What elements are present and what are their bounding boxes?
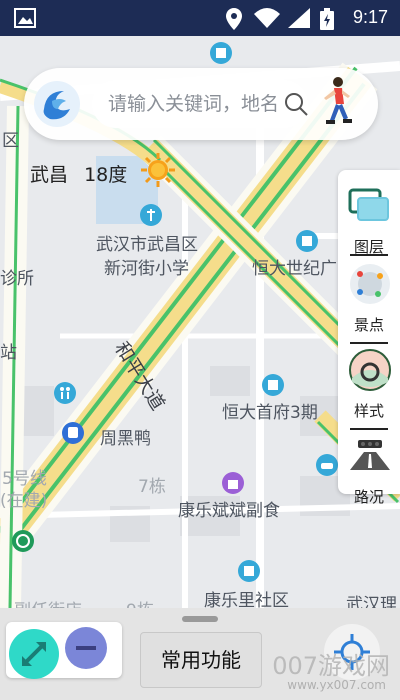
traffic-button[interactable]: 路况 xyxy=(338,432,400,512)
signal-icon xyxy=(288,8,310,28)
map-style-label: 样式 xyxy=(353,402,384,420)
bus-stop-icon[interactable] xyxy=(62,422,84,444)
map-label-building7: 7栋 xyxy=(138,477,166,497)
shopping-icon[interactable] xyxy=(222,472,244,494)
status-time: 9:17 xyxy=(352,7,388,27)
divider xyxy=(350,254,388,256)
map-label-school-line2: 新河街小学 xyxy=(104,259,189,279)
layers-icon xyxy=(348,188,389,221)
scenic-spot-icon xyxy=(350,264,390,304)
watermark-brand: 007游戏网 xyxy=(272,652,390,680)
map-tools-panel: 图层 景点 样式 路况 xyxy=(338,170,400,506)
map-label-hengda-world: 恒大世纪广 xyxy=(252,259,337,279)
subway-icon[interactable] xyxy=(12,530,34,552)
map-style-button[interactable]: 样式 xyxy=(338,346,400,426)
zoom-controls xyxy=(6,622,122,680)
map-label-school-line1: 武汉市武昌区 xyxy=(96,235,198,255)
map-label-bottom-partial: 副任街店 xyxy=(14,596,82,608)
search-input[interactable]: 请输入关键词，地名 xyxy=(92,80,308,128)
common-functions-button[interactable]: 常用功能 xyxy=(140,632,262,688)
zoom-out-icon[interactable] xyxy=(64,626,108,670)
weather-temperature: 18度 xyxy=(84,164,128,186)
runner-icon[interactable] xyxy=(316,76,356,128)
car-icon[interactable] xyxy=(316,454,338,476)
residence-icon[interactable] xyxy=(262,374,284,396)
divider xyxy=(350,342,388,344)
sun-icon xyxy=(141,153,175,187)
layers-button[interactable]: 图层 xyxy=(338,182,400,262)
search-icon[interactable] xyxy=(282,90,310,118)
map-label-hengda-phase3: 恒大首府3期 xyxy=(222,403,318,423)
community-icon[interactable] xyxy=(238,560,260,582)
building-icon[interactable] xyxy=(296,230,318,252)
status-bar: 9:17 xyxy=(0,0,400,36)
watermark-url: www.yx007.com xyxy=(287,678,386,692)
map-label-under-construction: (在建) xyxy=(0,491,48,511)
map-style-icon xyxy=(349,349,391,391)
battery-icon xyxy=(320,8,334,30)
map-label-building9: 9栋 xyxy=(126,596,154,608)
map-label-qu: 区 xyxy=(2,131,19,151)
weather-widget: 武昌 18度 xyxy=(30,153,175,187)
map-label-kangle-community: 康乐里社区 xyxy=(204,591,289,608)
map-label-zhouheiya: 周黑鸭 xyxy=(100,429,151,449)
wifi-icon xyxy=(254,8,280,28)
traffic-icon xyxy=(350,440,390,470)
location-icon xyxy=(226,8,242,30)
gallery-icon xyxy=(14,8,36,28)
drag-handle[interactable] xyxy=(182,616,218,622)
restroom-icon[interactable] xyxy=(54,382,76,404)
traffic-label: 路况 xyxy=(353,488,384,506)
divider xyxy=(350,428,388,430)
map-label-station: 站 xyxy=(0,343,17,363)
search-bar: 请输入关键词，地名 xyxy=(24,68,378,140)
expand-icon[interactable] xyxy=(8,628,60,680)
scenic-spots-label: 景点 xyxy=(353,316,384,334)
map-label-kanglebin: 康乐斌斌副食 xyxy=(178,501,280,521)
weather-city: 武昌 xyxy=(30,164,69,186)
hospital-icon[interactable] xyxy=(210,42,232,64)
scenic-spots-button[interactable]: 景点 xyxy=(338,260,400,340)
map-label-clinic: 诊所 xyxy=(0,269,34,289)
school-icon[interactable] xyxy=(140,204,162,226)
map-label-wuhan-li: 武汉理 xyxy=(346,595,397,608)
app-logo-icon[interactable] xyxy=(32,79,82,129)
